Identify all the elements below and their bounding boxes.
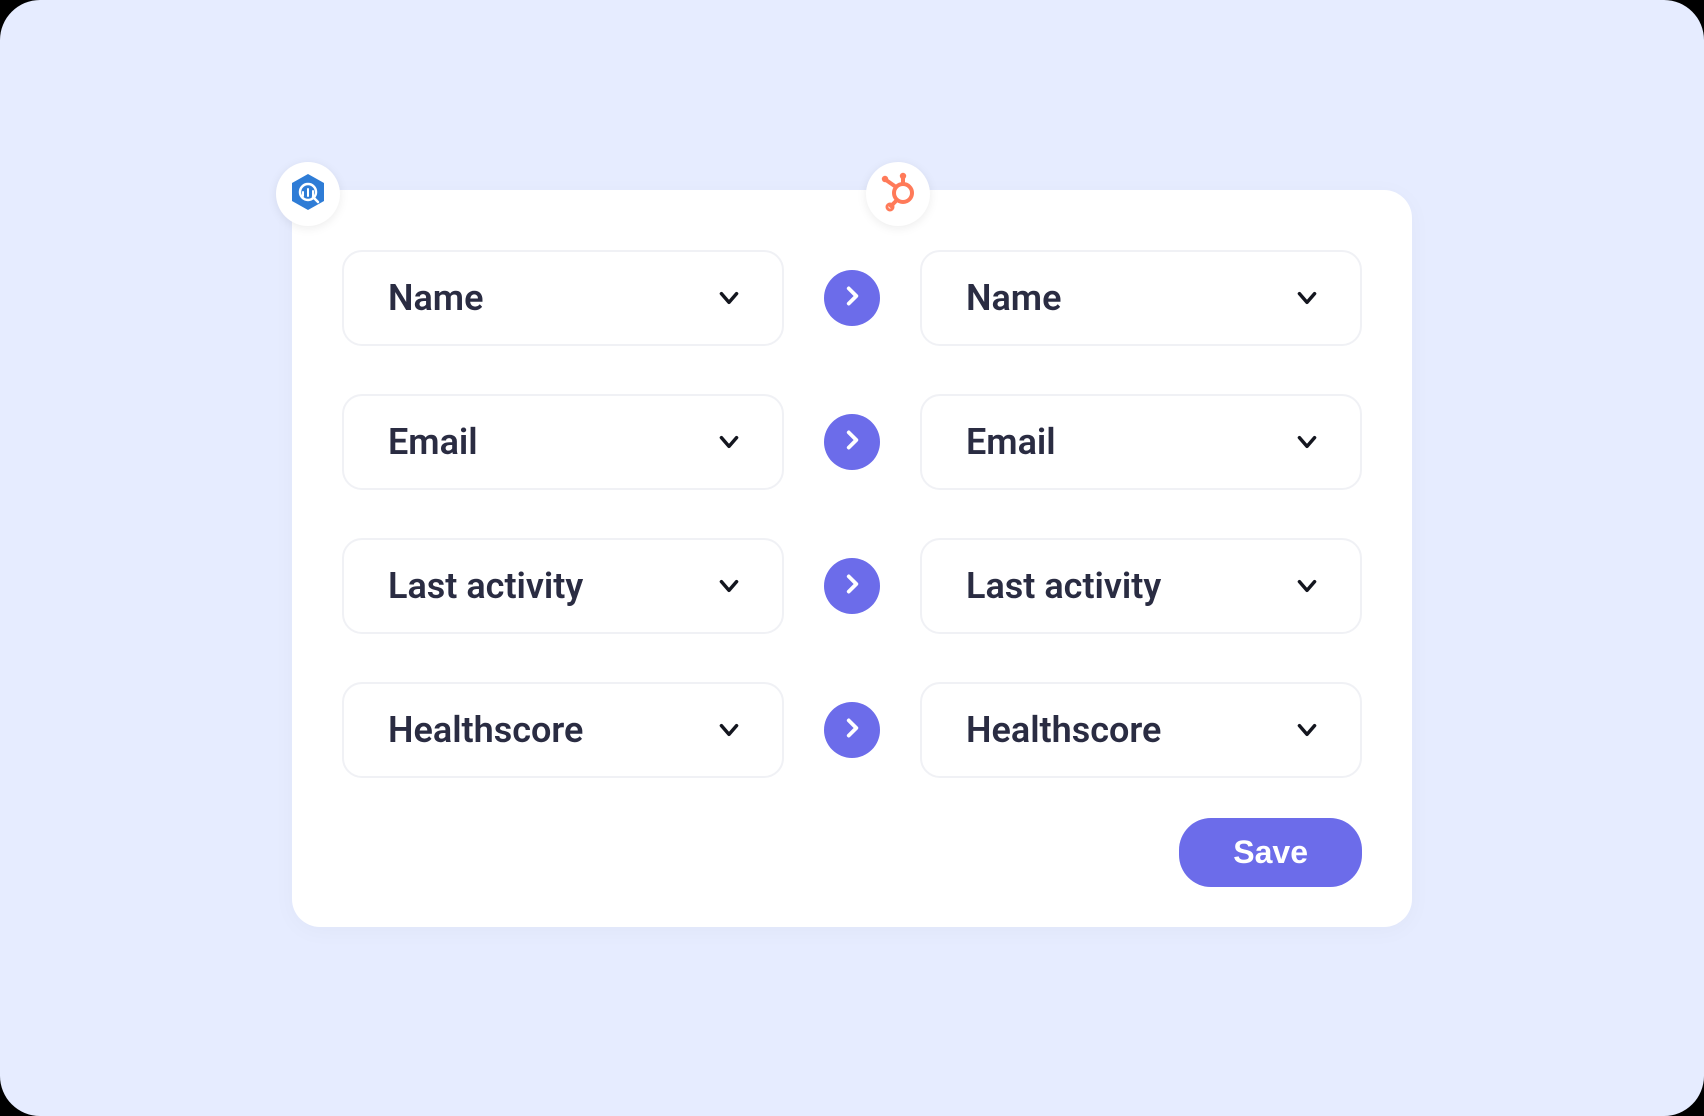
mapping-rows: Name Name <box>342 250 1362 778</box>
mapping-card: Name Name <box>292 190 1412 927</box>
destination-field-select[interactable]: Email <box>920 394 1362 490</box>
chevron-right-icon <box>839 283 865 313</box>
select-label: Email <box>388 421 478 463</box>
save-button[interactable]: Save <box>1179 818 1362 887</box>
source-badge <box>276 162 340 226</box>
mapping-arrow <box>824 270 880 326</box>
bigquery-icon <box>287 171 329 217</box>
mapping-row: Last activity Last activity <box>342 538 1362 634</box>
select-label: Healthscore <box>966 709 1161 751</box>
chevron-down-icon <box>1292 715 1322 745</box>
source-field-select[interactable]: Name <box>342 250 784 346</box>
hubspot-icon <box>877 171 919 217</box>
chevron-right-icon <box>839 427 865 457</box>
page-background: Name Name <box>0 0 1704 1116</box>
chevron-down-icon <box>1292 571 1322 601</box>
select-label: Healthscore <box>388 709 583 751</box>
destination-field-select[interactable]: Name <box>920 250 1362 346</box>
source-field-select[interactable]: Email <box>342 394 784 490</box>
destination-field-select[interactable]: Last activity <box>920 538 1362 634</box>
mapping-row: Healthscore Healthscore <box>342 682 1362 778</box>
chevron-right-icon <box>839 715 865 745</box>
source-field-select[interactable]: Healthscore <box>342 682 784 778</box>
chevron-down-icon <box>714 427 744 457</box>
select-label: Name <box>966 277 1061 319</box>
mapping-arrow <box>824 558 880 614</box>
source-field-select[interactable]: Last activity <box>342 538 784 634</box>
select-label: Name <box>388 277 483 319</box>
mapping-row: Name Name <box>342 250 1362 346</box>
chevron-down-icon <box>714 571 744 601</box>
select-label: Last activity <box>966 565 1161 607</box>
chevron-down-icon <box>1292 283 1322 313</box>
chevron-right-icon <box>839 571 865 601</box>
destination-badge <box>866 162 930 226</box>
chevron-down-icon <box>714 715 744 745</box>
destination-field-select[interactable]: Healthscore <box>920 682 1362 778</box>
mapping-arrow <box>824 702 880 758</box>
mapping-arrow <box>824 414 880 470</box>
chevron-down-icon <box>714 283 744 313</box>
card-footer: Save <box>342 818 1362 887</box>
mapping-row: Email Email <box>342 394 1362 490</box>
chevron-down-icon <box>1292 427 1322 457</box>
select-label: Email <box>966 421 1056 463</box>
select-label: Last activity <box>388 565 583 607</box>
